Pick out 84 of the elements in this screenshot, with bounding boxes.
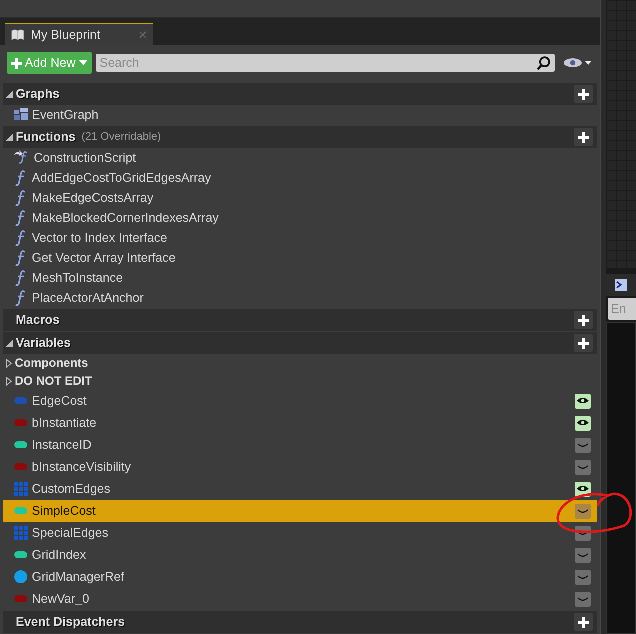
- plus-icon: [578, 132, 589, 142]
- expanded-arrow-icon[interactable]: [6, 134, 13, 140]
- plus-icon: [578, 616, 589, 628]
- list-item[interactable]: MakeEdgeCostsArray: [3, 188, 597, 208]
- list-item[interactable]: Vector to Index Interface: [3, 228, 597, 248]
- caret-icon: [78, 60, 88, 66]
- search-icon[interactable]: [534, 54, 555, 72]
- function-icon: [14, 230, 28, 246]
- eye-icon: [577, 419, 589, 427]
- list-item[interactable]: ConstructionScript: [3, 148, 597, 168]
- category-label[interactable]: DO NOT EDIT: [15, 374, 92, 388]
- visibility-toggle[interactable]: [575, 460, 591, 474]
- construction-script-icon: [14, 150, 30, 166]
- section-title: Variables: [16, 336, 71, 350]
- section-header[interactable]: Functions (21 Overridable): [3, 126, 597, 148]
- add-button[interactable]: [574, 613, 593, 631]
- expanded-arrow-icon[interactable]: [6, 340, 13, 346]
- collapsed-arrow-icon[interactable]: [6, 358, 12, 368]
- variable-row[interactable]: bInstantiate: [3, 412, 597, 434]
- section-title: Macros: [16, 313, 60, 327]
- visibility-toggle[interactable]: [575, 438, 591, 452]
- graph-icon: [14, 108, 28, 122]
- collapsed-arrow-icon[interactable]: [6, 376, 12, 386]
- section-title: Event Dispatchers: [16, 615, 126, 629]
- variable-row[interactable]: SimpleCost: [3, 500, 597, 522]
- variable-row[interactable]: GridManagerRef: [3, 566, 597, 588]
- closed-eye-icon: [577, 573, 589, 581]
- visibility-toggle[interactable]: [575, 416, 591, 430]
- variable-row[interactable]: bInstanceVisibility: [3, 456, 597, 478]
- list-item[interactable]: AddEdgeCostToGridEdgesArray: [3, 168, 597, 188]
- section-header[interactable]: Variables: [3, 332, 597, 354]
- visibility-toggle[interactable]: [575, 570, 591, 584]
- section-note: (21 Overridable): [82, 131, 162, 143]
- list-item[interactable]: MakeBlockedCornerIndexesArray: [3, 208, 597, 228]
- variable-row[interactable]: GridIndex: [3, 544, 597, 566]
- variable-row[interactable]: SpecialEdges: [3, 522, 597, 544]
- add-button[interactable]: [574, 128, 593, 146]
- category-label[interactable]: Components: [15, 356, 88, 370]
- section-header[interactable]: Macros: [3, 309, 597, 331]
- visibility-dropdown-icon[interactable]: [563, 57, 593, 69]
- section-title: Functions: [16, 130, 76, 144]
- add-button[interactable]: [574, 85, 593, 103]
- console-field[interactable]: En: [608, 298, 636, 320]
- function-icon: [14, 250, 28, 266]
- function-icon: [14, 190, 28, 206]
- function-icon: [14, 290, 28, 306]
- section-title: Graphs: [16, 87, 60, 101]
- visibility-toggle[interactable]: [575, 394, 591, 408]
- list-item[interactable]: EventGraph: [3, 105, 597, 125]
- eye-icon: [577, 485, 589, 493]
- section-header[interactable]: Event Dispatchers: [3, 611, 597, 633]
- list-item[interactable]: Get Vector Array Interface: [3, 248, 597, 268]
- tab-title: My Blueprint: [31, 28, 100, 42]
- plus-icon: [578, 338, 589, 348]
- panel-tab[interactable]: My Blueprint: [5, 23, 153, 45]
- list-item[interactable]: MeshToInstance: [3, 268, 597, 288]
- closed-eye-icon: [577, 441, 589, 449]
- plus-icon: [578, 88, 589, 100]
- closed-eye-icon: [577, 507, 589, 515]
- expanded-arrow-icon[interactable]: [6, 90, 13, 98]
- plus-icon: [11, 58, 22, 68]
- visibility-toggle[interactable]: [575, 504, 591, 518]
- closed-eye-icon: [577, 595, 589, 603]
- section-header[interactable]: Graphs: [3, 83, 597, 105]
- visibility-toggle[interactable]: [575, 548, 591, 562]
- visibility-toggle[interactable]: [575, 482, 591, 496]
- plus-icon: [578, 314, 589, 326]
- function-icon: [14, 270, 28, 286]
- closed-eye-icon: [577, 551, 589, 559]
- variable-row[interactable]: CustomEdges: [3, 478, 597, 500]
- add-button[interactable]: [574, 334, 593, 352]
- visibility-toggle[interactable]: [575, 592, 591, 606]
- function-icon: [14, 210, 28, 226]
- search-field[interactable]: Search: [96, 54, 534, 72]
- variable-row[interactable]: EdgeCost: [3, 390, 597, 412]
- function-icon: [14, 170, 28, 186]
- list-item[interactable]: PlaceActorAtAnchor: [3, 288, 597, 308]
- console-icon: [615, 279, 627, 291]
- eye-icon: [577, 397, 589, 405]
- variable-row[interactable]: NewVar_0: [3, 588, 597, 610]
- closed-eye-icon: [577, 463, 589, 471]
- variable-row[interactable]: InstanceID: [3, 434, 597, 456]
- add-button[interactable]: [574, 311, 593, 329]
- book-icon: [11, 28, 25, 40]
